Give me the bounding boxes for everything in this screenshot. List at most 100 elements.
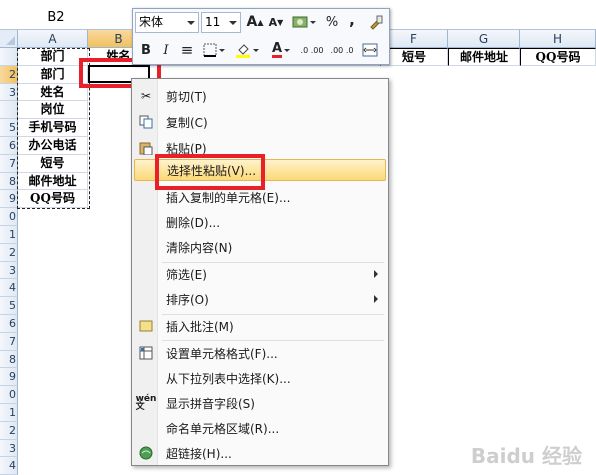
font-color-icon: A	[271, 41, 283, 58]
menu-item-sort[interactable]: 排序(O)	[134, 288, 386, 310]
menu-item-insert-comment[interactable]: 插入批注(M)	[134, 315, 386, 337]
name-box[interactable]: B2	[0, 8, 112, 28]
currency-icon	[292, 16, 308, 28]
chevron-down-icon	[187, 21, 195, 25]
row-header[interactable]: 4	[0, 457, 18, 475]
row-header[interactable]: 7	[0, 332, 18, 351]
row-header[interactable]: 7	[0, 154, 18, 173]
menu-item-pick-from-list[interactable]: 从下拉列表中选择(K)...	[134, 367, 386, 389]
percent-style-button[interactable]: %	[323, 12, 341, 32]
font-size-combo[interactable]: 11	[201, 12, 241, 33]
row-header[interactable]: 9	[0, 368, 18, 387]
column-header-g[interactable]: G	[448, 30, 520, 48]
column-header-f[interactable]: F	[380, 30, 448, 48]
comment-icon	[138, 318, 154, 334]
format-painter-button[interactable]	[365, 12, 387, 32]
menu-item-label: 排序(O)	[166, 292, 209, 307]
menu-item-label: 从下拉列表中选择(K)...	[166, 371, 291, 386]
menu-item-label: 插入批注(M)	[166, 319, 234, 334]
select-all-corner[interactable]	[0, 30, 18, 48]
row-header[interactable]: 5	[0, 119, 18, 137]
scissors-icon: ✂	[140, 89, 152, 103]
row-header[interactable]: 3	[0, 439, 18, 458]
menu-item-copy[interactable]: 复制(C)	[134, 111, 386, 133]
watermark: Baidu 经验	[470, 444, 582, 468]
phonetic-icon: wén 文	[135, 394, 157, 412]
menu-item-define-name[interactable]: 命名单元格区域(R)...	[134, 417, 386, 439]
borders-icon	[203, 43, 217, 57]
borders-button[interactable]	[201, 40, 227, 60]
bold-button[interactable]: B	[137, 40, 155, 60]
row-header[interactable]: 0	[0, 386, 18, 404]
menu-item-label: 复制(C)	[166, 115, 208, 130]
comma-style-button[interactable]: ,	[345, 10, 359, 30]
column-header-h[interactable]: H	[520, 30, 596, 48]
italic-button[interactable]: I	[157, 40, 175, 60]
row-header[interactable]: 8	[0, 350, 18, 369]
menu-item-label: 删除(D)...	[166, 215, 221, 230]
currency-format-button[interactable]	[291, 12, 317, 32]
menu-item-filter[interactable]: 筛选(E)	[134, 263, 386, 285]
row-header[interactable]: 0	[0, 208, 18, 226]
row-header[interactable]: 5	[0, 297, 18, 315]
format-cells-icon	[138, 345, 154, 361]
menu-item-label: 筛选(E)	[166, 267, 207, 282]
annotation-box-paste-special	[155, 154, 265, 190]
font-name-combo[interactable]: 宋体	[135, 12, 199, 33]
fill-color-icon	[236, 44, 250, 58]
row-header[interactable]: 3	[0, 83, 18, 102]
context-menu: ✂ 剪切(T) 复制(C) 粘贴(P) 选择性粘贴(V)... 插入复制的单元格…	[131, 78, 389, 466]
up-arrow-icon: ▲	[257, 17, 264, 27]
column-header-a[interactable]: A	[18, 30, 88, 48]
menu-item-format-cells[interactable]: 设置单元格格式(F)...	[134, 342, 386, 364]
chevron-right-icon	[374, 270, 378, 278]
copy-icon	[138, 114, 154, 130]
row-header[interactable]: 3	[0, 261, 18, 280]
row-header[interactable]: 8	[0, 172, 18, 191]
fill-color-button[interactable]	[233, 40, 261, 60]
decrease-decimal-icon: .00 .0	[330, 45, 354, 55]
row-header[interactable]	[0, 48, 18, 66]
menu-item-cut[interactable]: ✂ 剪切(T)	[134, 85, 386, 107]
menu-item-label: 设置单元格格式(F)...	[166, 346, 278, 361]
menu-item-show-phonetic[interactable]: wén 文 显示拼音字段(S)	[134, 392, 386, 414]
cell-f1[interactable]: 短号	[380, 48, 448, 66]
cell-h1[interactable]: QQ号码	[520, 48, 596, 66]
decrease-decimal-button[interactable]: .00 .0	[329, 40, 355, 60]
menu-item-label: 清除内容(N)	[166, 240, 233, 255]
increase-decimal-icon: .0 .00	[300, 45, 324, 55]
font-size-value: 11	[205, 15, 221, 29]
increase-decimal-button[interactable]: .0 .00	[299, 40, 325, 60]
font-color-button[interactable]: A	[267, 40, 295, 60]
merge-cells-icon	[362, 43, 378, 57]
merge-center-button[interactable]	[359, 40, 381, 60]
mini-toolbar: 宋体 11 A ▲ A ▼ % , B I ≡ A .0 .00 .00 .0	[132, 8, 390, 65]
menu-separator	[162, 340, 384, 341]
shrink-font-button[interactable]: A ▼	[267, 12, 285, 32]
down-arrow-icon: ▼	[277, 17, 284, 27]
menu-item-label: 命名单元格区域(R)...	[166, 421, 280, 436]
row-header[interactable]: 2	[0, 65, 18, 84]
align-center-button[interactable]: ≡	[177, 40, 197, 60]
menu-item-label: 插入复制的单元格(E)...	[166, 190, 291, 205]
row-header[interactable]: 1	[0, 404, 18, 422]
menu-item-hyperlink[interactable]: 超链接(H)...	[134, 442, 386, 464]
row-header[interactable]	[0, 101, 18, 120]
menu-item-label: 超链接(H)...	[166, 446, 232, 461]
row-header[interactable]: 2	[0, 421, 18, 440]
row-header[interactable]: 4	[0, 279, 18, 298]
row-header[interactable]: 2	[0, 243, 18, 262]
row-header[interactable]: 1	[0, 226, 18, 244]
paste-icon	[138, 140, 154, 156]
row-header[interactable]: 9	[0, 190, 18, 209]
cell-g1[interactable]: 邮件地址	[448, 48, 520, 66]
row-header[interactable]: 6	[0, 315, 18, 333]
grow-font-icon: A	[246, 14, 258, 30]
chevron-down-icon	[229, 21, 237, 25]
row-header[interactable]: 6	[0, 137, 18, 155]
format-painter-icon	[370, 15, 383, 30]
grow-font-button[interactable]: A ▲	[246, 12, 264, 32]
font-name-value: 宋体	[139, 15, 164, 29]
menu-item-delete[interactable]: 删除(D)...	[134, 211, 386, 233]
menu-item-clear-contents[interactable]: 清除内容(N)	[134, 236, 386, 258]
